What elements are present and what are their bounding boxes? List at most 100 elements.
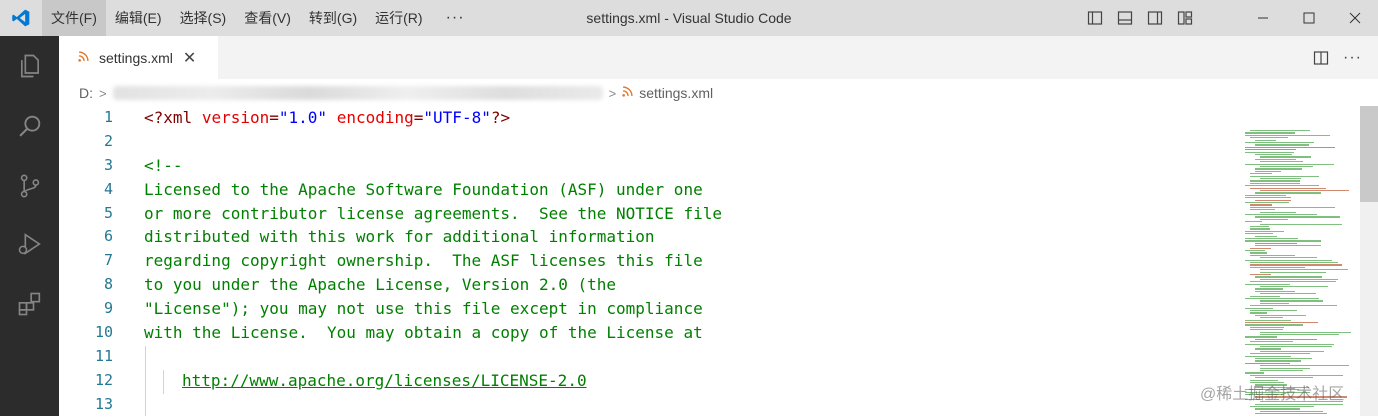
scrollbar-thumb[interactable] (1360, 106, 1378, 202)
split-editor-icon[interactable] (1307, 44, 1335, 72)
minimap-line (1255, 168, 1302, 169)
breadcrumb-file[interactable]: settings.xml (639, 85, 713, 101)
minimap-line (1250, 204, 1272, 205)
explorer-icon[interactable] (0, 42, 59, 90)
more-actions-button[interactable]: ··· (1343, 49, 1362, 67)
minimap-line (1245, 164, 1334, 165)
minimap-line (1250, 226, 1269, 227)
code-line: Licensed to the Apache Software Foundati… (144, 178, 1224, 202)
code-editor[interactable]: <?xml version="1.0" encoding="UTF-8"?> <… (144, 106, 1224, 417)
minimap-line (1250, 176, 1319, 177)
maximize-icon[interactable] (1286, 0, 1332, 36)
run-debug-icon[interactable] (0, 220, 59, 268)
xml-eq: = (414, 108, 424, 127)
tab-settings-xml[interactable]: settings.xml ✕ (59, 36, 218, 79)
minimap-line (1250, 137, 1288, 138)
minimap-line (1255, 276, 1322, 277)
minimap[interactable] (1245, 100, 1360, 416)
minimap-line (1255, 348, 1281, 349)
menu-selection[interactable]: 选择(S) (171, 0, 236, 36)
minimap-line (1260, 286, 1328, 287)
minimap-line (1255, 216, 1340, 217)
minimap-line (1250, 327, 1284, 328)
line-number: 9 (59, 297, 119, 321)
line-number: 1 (59, 106, 119, 130)
minimap-line (1245, 195, 1286, 196)
editor-actions: ··· (1307, 36, 1378, 79)
minimap-line (1255, 339, 1317, 340)
minimap-line (1255, 140, 1276, 141)
minimap-line (1245, 142, 1314, 143)
minimap-line (1245, 284, 1290, 285)
line-number: 2 (59, 130, 119, 154)
minimap-line (1250, 209, 1275, 210)
minimap-line (1260, 156, 1311, 157)
minimap-line (1260, 279, 1338, 280)
minimap-line (1245, 233, 1273, 234)
minimap-line (1255, 236, 1277, 237)
line-number: 4 (59, 178, 119, 202)
minimap-line (1245, 238, 1298, 239)
close-window-icon[interactable] (1332, 0, 1378, 36)
breadcrumb: D: > > settings.xml (59, 79, 1359, 107)
breadcrumb-drive[interactable]: D: (79, 85, 93, 101)
code-line: regarding copyright ownership. The ASF l… (144, 249, 1224, 273)
minimap-line (1255, 288, 1283, 289)
menu-edit[interactable]: 编辑(E) (106, 0, 171, 36)
minimap-line (1260, 257, 1317, 258)
minimap-line (1260, 269, 1348, 270)
minimap-line (1245, 372, 1264, 373)
code-line (144, 393, 1224, 417)
code-line: "License"); you may not use this file ex… (144, 297, 1224, 321)
minimap-line (1260, 346, 1332, 347)
toggle-secondary-sidebar-icon[interactable] (1140, 0, 1170, 36)
minimap-line (1245, 240, 1321, 241)
xml-val-encoding: "UTF-8" (423, 108, 490, 127)
line-number: 5 (59, 202, 119, 226)
menu-go[interactable]: 转到(G) (300, 0, 366, 36)
minimap-line (1260, 351, 1324, 352)
minimap-line (1250, 183, 1300, 184)
minimap-line (1245, 202, 1289, 203)
menu-view[interactable]: 查看(V) (235, 0, 300, 36)
minimap-line (1255, 245, 1321, 246)
license-link[interactable]: http://www.apache.org/licenses/LICENSE-2… (182, 371, 587, 390)
minimap-line (1250, 252, 1267, 253)
minimap-line (1255, 408, 1300, 409)
close-tab-icon[interactable]: ✕ (183, 48, 196, 68)
toggle-primary-sidebar-icon[interactable] (1080, 0, 1110, 36)
code-line: or more contributor license agreements. … (144, 202, 1224, 226)
minimap-line (1255, 291, 1295, 292)
toggle-panel-icon[interactable] (1110, 0, 1140, 36)
minimap-line (1260, 334, 1339, 335)
minimap-line (1245, 320, 1291, 321)
minimap-line (1255, 192, 1321, 193)
menu-run[interactable]: 运行(R) (366, 0, 431, 36)
menu-file[interactable]: 文件(F) (42, 0, 106, 36)
line-number: 12 (59, 369, 119, 393)
breadcrumb-separator: > (99, 86, 107, 101)
minimap-line (1250, 255, 1295, 256)
code-line (144, 345, 1224, 369)
menu-more-button[interactable]: ··· (432, 9, 479, 27)
extensions-icon[interactable] (0, 280, 59, 328)
tab-label: settings.xml (99, 50, 173, 66)
indent-guide (145, 346, 146, 416)
minimap-line (1260, 332, 1351, 333)
source-control-icon[interactable] (0, 162, 59, 210)
breadcrumb-separator: > (609, 86, 617, 101)
customize-layout-icon[interactable] (1170, 0, 1200, 36)
minimap-line (1260, 370, 1303, 371)
minimap-line (1245, 363, 1290, 364)
minimap-line (1260, 161, 1303, 162)
xml-attr-version: version (202, 108, 269, 127)
minimap-line (1245, 152, 1294, 153)
minimap-line (1250, 296, 1280, 297)
minimize-icon[interactable] (1240, 0, 1286, 36)
minimap-line (1250, 281, 1336, 282)
minimap-line (1250, 267, 1305, 268)
search-icon[interactable] (0, 102, 59, 150)
minimap-line (1250, 312, 1267, 313)
minimap-line (1255, 315, 1306, 316)
minimap-line (1250, 228, 1270, 229)
